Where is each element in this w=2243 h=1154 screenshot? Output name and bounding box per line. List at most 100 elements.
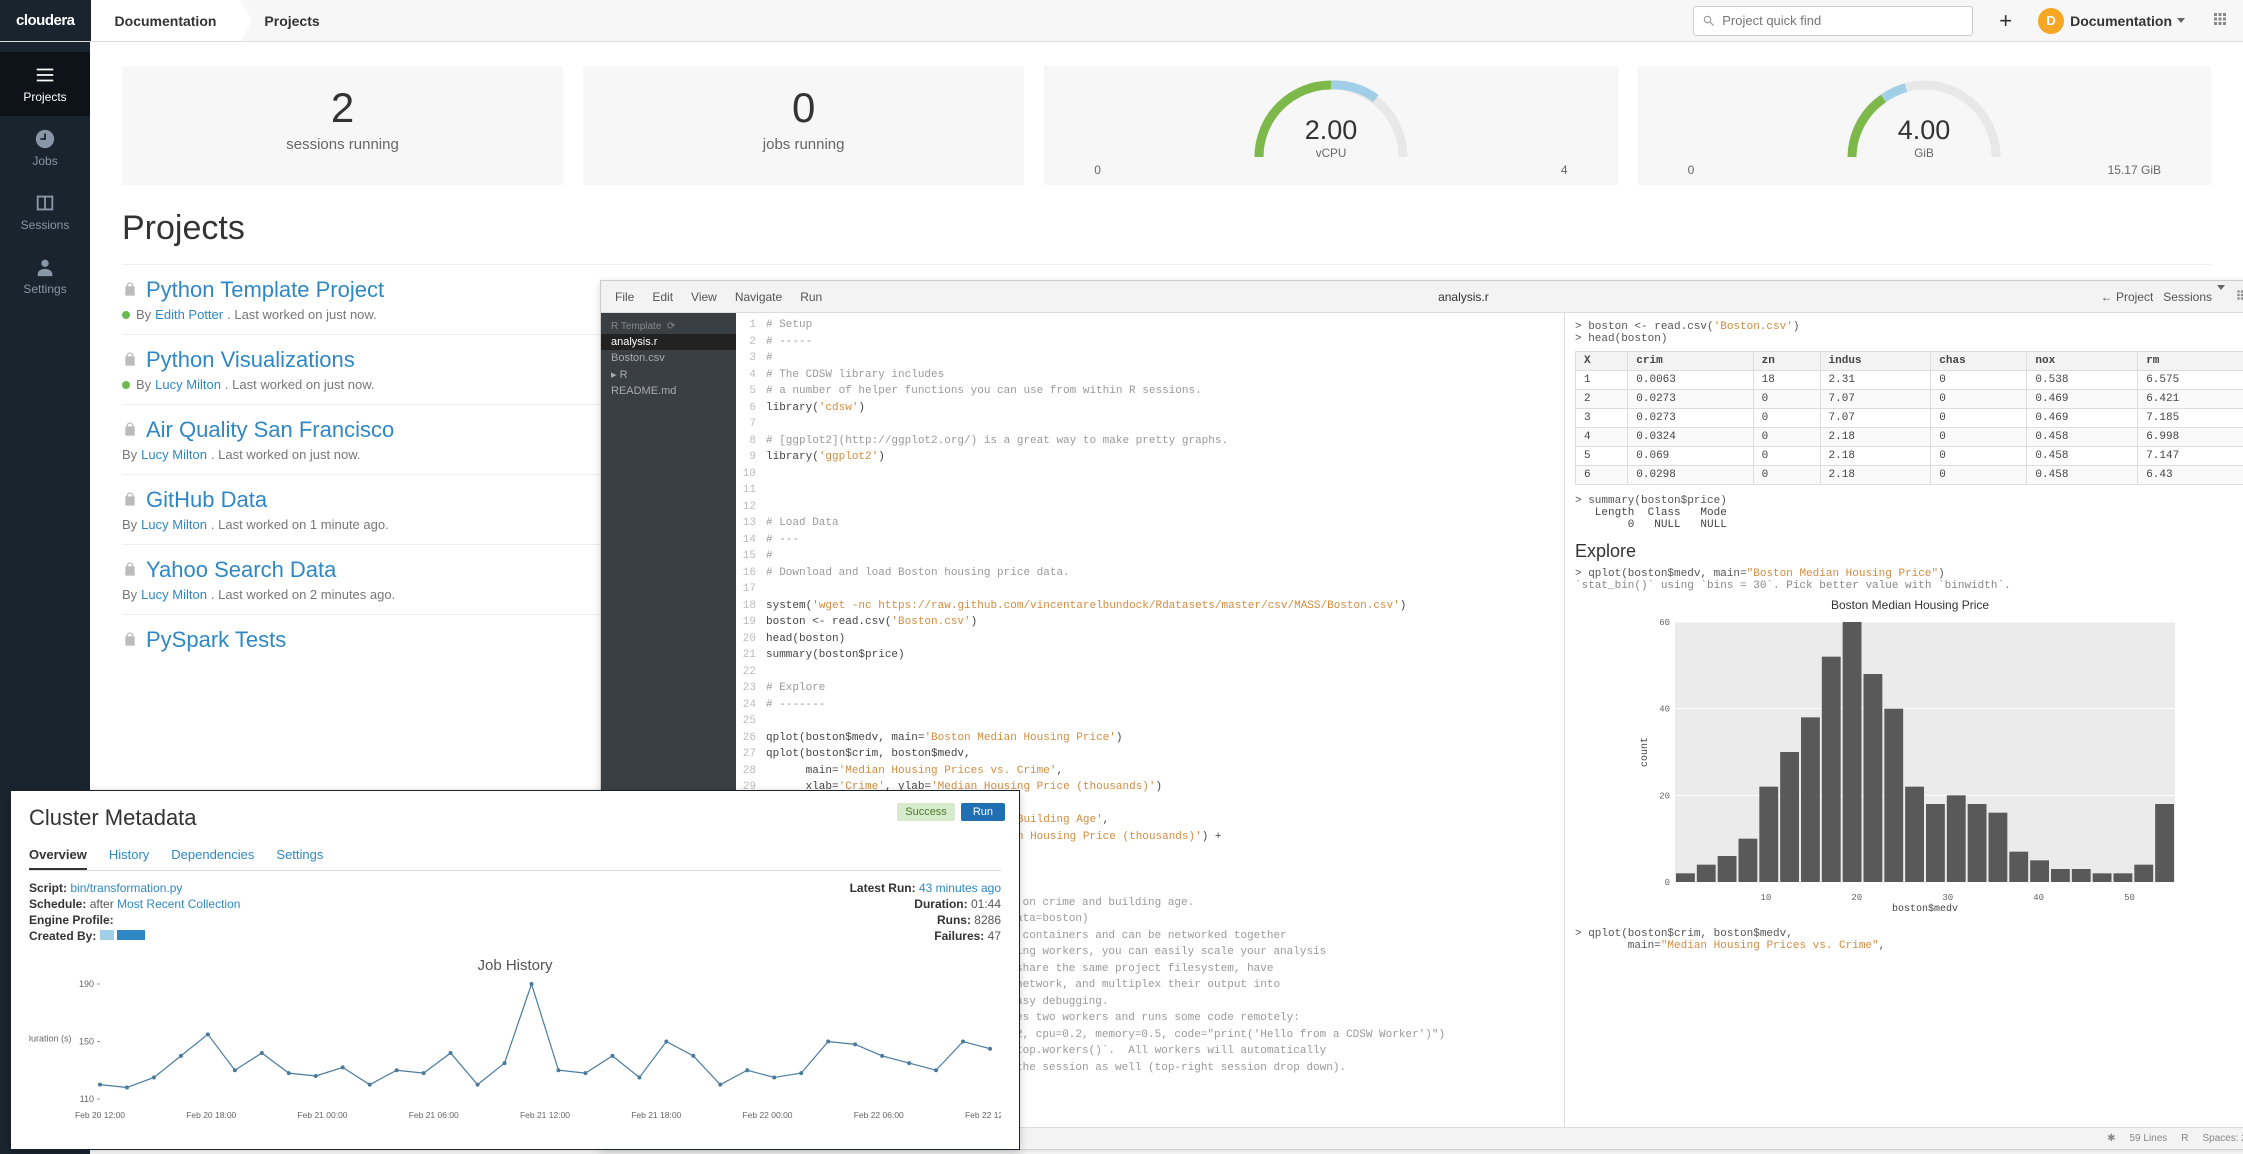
status-dot-icon: [122, 311, 130, 319]
search-input-wrapper[interactable]: [1693, 6, 1973, 36]
status-dot-icon: [122, 381, 130, 389]
run-button[interactable]: Run: [961, 803, 1005, 821]
tree-file[interactable]: Boston.csv: [601, 350, 736, 366]
editor-filename: analysis.r: [836, 290, 2090, 304]
editor-menu: File Edit View Navigate Run: [601, 290, 836, 304]
svg-text:0: 0: [1665, 878, 1670, 888]
menu-edit[interactable]: Edit: [652, 290, 673, 304]
search-icon: [1702, 14, 1716, 28]
output-message: `stat_bin()` using `bins = 30`. Pick bet…: [1575, 580, 2243, 592]
user-name: Documentation: [2070, 13, 2172, 29]
editor-toolbar: File Edit View Navigate Run analysis.r ←…: [601, 281, 2243, 313]
top-header: cloudera Documentation Projects + D Docu…: [0, 0, 2243, 42]
project-title[interactable]: Python Template Project: [146, 277, 384, 303]
author-link[interactable]: Lucy Milton: [141, 587, 207, 602]
projects-heading: Projects: [122, 209, 2211, 248]
svg-text:20: 20: [1659, 791, 1670, 801]
status-lines: 59 Lines: [2129, 1133, 2167, 1144]
svg-text:Feb 22 00:00: Feb 22 00:00: [742, 1110, 792, 1120]
gauge-gib: 4.00 GiB 0 15.17 GiB: [1638, 66, 2211, 185]
explore-heading: Explore: [1575, 541, 2243, 562]
sidebar-item-projects[interactable]: Projects: [0, 52, 90, 116]
tab-overview[interactable]: Overview: [29, 841, 87, 870]
output-text: Length Class Mode 0 NULL NULL: [1575, 507, 2243, 531]
author-link[interactable]: Lucy Milton: [141, 517, 207, 532]
svg-text:Feb 20 18:00: Feb 20 18:00: [186, 1110, 236, 1120]
gauge-arc: 2.00 vCPU: [1231, 76, 1431, 166]
tree-file[interactable]: README.md: [601, 383, 736, 399]
gauge-min: 0: [1094, 163, 1101, 177]
menu-view[interactable]: View: [691, 290, 717, 304]
project-title[interactable]: PySpark Tests: [146, 627, 286, 653]
tab-history[interactable]: History: [109, 841, 149, 870]
svg-text:Feb 22 06:00: Feb 22 06:00: [854, 1110, 904, 1120]
lock-icon: [122, 491, 138, 510]
sidebar-label: Settings: [23, 282, 66, 296]
gauge-arc: 4.00 GiB: [1824, 76, 2024, 166]
svg-text:40: 40: [2033, 893, 2044, 903]
sidebar-item-sessions[interactable]: Sessions: [0, 180, 90, 244]
menu-navigate[interactable]: Navigate: [735, 290, 782, 304]
breadcrumb: Documentation Projects: [91, 0, 344, 41]
cluster-title: Cluster Metadata: [29, 805, 1001, 831]
svg-text:4.00: 4.00: [1898, 115, 1951, 145]
gauge-min: 0: [1688, 163, 1695, 177]
svg-text:110: 110: [80, 1094, 94, 1104]
user-menu[interactable]: D Documentation: [2026, 8, 2197, 34]
chevron-down-icon: [2217, 285, 2225, 304]
gauge-vcpu: 2.00 vCPU 04: [1044, 66, 1617, 185]
status-lang: R: [2181, 1133, 2188, 1144]
project-title[interactable]: Yahoo Search Data: [146, 557, 336, 583]
project-title[interactable]: Python Visualizations: [146, 347, 355, 373]
output-cmd: main="Median Housing Prices vs. Crime",: [1575, 940, 2243, 952]
new-button[interactable]: +: [1985, 8, 2026, 34]
tree-header: R Template ⟳: [601, 319, 736, 334]
tree-folder[interactable]: ▸ R: [601, 366, 736, 383]
sessions-dropdown[interactable]: Sessions: [2163, 290, 2225, 304]
status-spaces: Spaces: 2: [2203, 1133, 2243, 1144]
lock-icon: [122, 421, 138, 440]
lock-icon: [122, 281, 138, 300]
breadcrumb-projects[interactable]: Projects: [240, 0, 343, 41]
tab-dependencies[interactable]: Dependencies: [171, 841, 254, 870]
sidebar-item-settings[interactable]: Settings: [0, 244, 90, 308]
cluster-tabs: Overview History Dependencies Settings: [29, 841, 1001, 871]
job-history-title: Job History: [29, 957, 1001, 974]
search-input[interactable]: [1722, 13, 1964, 28]
stat-jobs: 0 jobs running: [583, 66, 1024, 185]
svg-text:GiB: GiB: [1915, 147, 1935, 160]
menu-run[interactable]: Run: [800, 290, 822, 304]
sidebar-item-jobs[interactable]: Jobs: [0, 116, 90, 180]
menu-file[interactable]: File: [615, 290, 634, 304]
svg-text:Feb 22 12:00: Feb 22 12:00: [965, 1110, 1001, 1120]
gauge-max: 15.17 GiB: [2108, 163, 2161, 177]
tree-file[interactable]: analysis.r: [601, 334, 736, 350]
svg-text:vCPU: vCPU: [1316, 147, 1347, 160]
output-table: Xcrimzninduschasnoxrm 10.0063182.3100.53…: [1575, 351, 2243, 485]
author-link[interactable]: Edith Potter: [155, 307, 223, 322]
sidebar-label: Projects: [23, 90, 66, 104]
back-project-button[interactable]: ← Project: [2101, 290, 2154, 304]
breadcrumb-documentation[interactable]: Documentation: [91, 0, 241, 41]
svg-text:60: 60: [1659, 618, 1670, 628]
stat-label: jobs running: [583, 136, 1024, 153]
author-link[interactable]: Lucy Milton: [155, 377, 221, 392]
job-history-chart: 110150190Duration (s)Feb 20 12:00Feb 20 …: [29, 974, 1001, 1124]
author-link[interactable]: Lucy Milton: [141, 447, 207, 462]
svg-text:boston$medv: boston$medv: [1892, 903, 1958, 912]
svg-text:count: count: [1640, 737, 1651, 767]
stat-value: 2: [122, 84, 563, 132]
script-link[interactable]: bin/transformation.py: [70, 881, 182, 895]
project-title[interactable]: Air Quality San Francisco: [146, 417, 394, 443]
schedule-link[interactable]: Most Recent Collection: [117, 897, 240, 911]
latest-run-link[interactable]: 43 minutes ago: [919, 881, 1001, 895]
svg-text:20: 20: [1851, 893, 1862, 903]
svg-text:50: 50: [2124, 893, 2135, 903]
svg-text:190: 190: [79, 979, 94, 989]
tab-settings[interactable]: Settings: [276, 841, 323, 870]
stat-sessions: 2 sessions running: [122, 66, 563, 185]
output-cmd: > head(boston): [1575, 333, 2243, 345]
apps-icon[interactable]: [2197, 10, 2243, 31]
project-title[interactable]: GitHub Data: [146, 487, 267, 513]
apps-icon[interactable]: [2235, 288, 2243, 305]
